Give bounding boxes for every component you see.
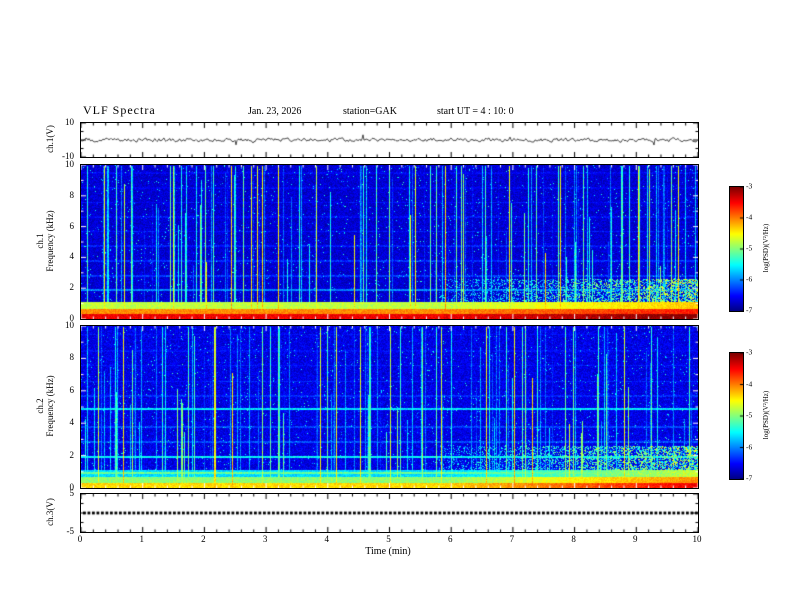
y-tick-label: -5 [66, 526, 75, 536]
y-tick-label: 6 [69, 220, 75, 231]
ch1-voltage-axis-label: ch.1(V) [45, 125, 55, 153]
y-tick-label: 10 [65, 159, 74, 169]
colorbar-tick-label: -4 [746, 212, 753, 222]
station-label: station=GAK [343, 106, 397, 117]
x-tick-label: 1 [139, 534, 144, 544]
colorbar1-units-label: log(PSD)(V²/Hz) [762, 223, 770, 273]
ch1-channel-label: ch.1 [35, 233, 45, 249]
ch1-waveform-panel [80, 122, 699, 158]
ch2-channel-label: ch.2 [35, 398, 45, 414]
colorbar-tick-label: -5 [746, 410, 753, 420]
ch1-frequency-label: Frequency (kHz) [45, 210, 55, 272]
y-tick-label: 5 [69, 488, 75, 498]
y-tick-label: 10 [65, 117, 74, 127]
x-tick-label: 3 [262, 534, 268, 544]
start-ut-label: start UT = 4 : 10: 0 [437, 106, 514, 117]
x-tick-label: 5 [386, 534, 391, 544]
colorbar2-units-label: log(PSD)(V²/Hz) [762, 390, 770, 440]
colorbar-tick-label: -6 [746, 274, 753, 284]
x-tick-label: 0 [77, 534, 83, 544]
ch1-frequency-axis-label: ch.1 Frequency (kHz) [35, 210, 55, 271]
y-tick-label: 2 [69, 449, 75, 460]
colorbar-tick-label: -3 [746, 347, 753, 357]
ch1-spectrogram-panel [80, 164, 699, 320]
time-axis-label: Time (min) [365, 546, 411, 557]
x-tick-label: 2 [201, 534, 206, 544]
ch2-frequency-axis-label: ch.2 Frequency (kHz) [35, 375, 55, 436]
y-tick-label: 2 [69, 282, 75, 293]
y-tick-label: 4 [69, 417, 75, 428]
ch2-spectrogram-panel [80, 325, 699, 489]
colorbar-tick-label: -6 [746, 442, 753, 451]
y-tick-label: 4 [69, 251, 75, 262]
y-tick-label: 8 [69, 189, 75, 200]
x-tick-label: 9 [633, 534, 638, 544]
y-tick-label: 8 [69, 352, 75, 363]
vlf-spectra-figure: VLF Spectra Jan. 23, 2026 station=GAK st… [0, 0, 792, 612]
colorbar-tick-label: -7 [746, 305, 753, 315]
colorbar-tick-label: -5 [746, 243, 753, 253]
colorbar-tick-label: -3 [746, 181, 753, 191]
colorbar-tick-label: -7 [746, 473, 753, 483]
date-label: Jan. 23, 2026 [248, 106, 302, 117]
colorbar-ch2 [729, 352, 744, 480]
plot-title: VLF Spectra [83, 103, 156, 117]
x-tick-label: 6 [447, 534, 453, 544]
ch3-voltage-axis-label: ch.3(V) [45, 498, 55, 526]
x-tick-label: 10 [692, 534, 702, 544]
ch2-frequency-label: Frequency (kHz) [45, 375, 55, 437]
y-tick-label: 6 [69, 384, 75, 395]
y-tick-label: 10 [65, 320, 74, 330]
ch3-waveform-panel [80, 493, 699, 533]
x-tick-label: 7 [509, 534, 515, 544]
x-tick-label: 4 [324, 534, 330, 544]
x-tick-label: 8 [571, 534, 576, 544]
colorbar-tick-label: -4 [746, 379, 753, 388]
colorbar-ch1 [729, 186, 744, 312]
